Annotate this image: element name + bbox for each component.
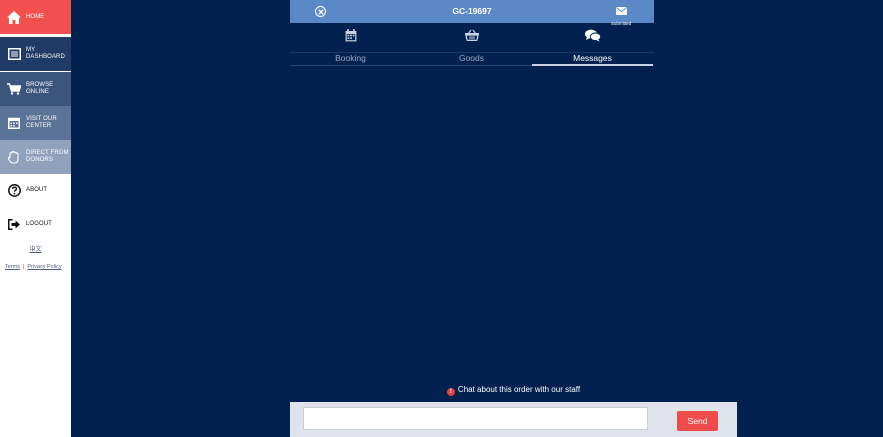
tab-label: Booking — [335, 53, 366, 63]
tab-booking[interactable]: Booking — [290, 23, 411, 67]
tab-label: Goods — [458, 53, 485, 63]
home-icon — [7, 10, 21, 24]
tab-label: Messages — [573, 53, 612, 63]
chat-info-text: Chat about this order with our staff — [457, 385, 581, 394]
sidebar-item-label: ABOUT — [26, 186, 48, 193]
sidebar-item-dashboard[interactable]: MY DASHBOARD — [0, 37, 71, 71]
legal-separator: | — [22, 264, 25, 270]
calendar-icon — [7, 116, 21, 130]
language-switch-link[interactable]: 中文 — [0, 244, 71, 253]
sidebar-item-label: HOME — [26, 13, 45, 20]
sidebar-item-label: MY DASHBOARD — [26, 47, 65, 60]
sidebar-item-label: BROWSE ONLINE — [26, 82, 54, 95]
calendar-icon — [290, 29, 411, 43]
active-tab-indicator — [532, 64, 653, 66]
sidebar-item-label: DIRECT FROM DONORS — [26, 150, 69, 163]
order-header: GC-19697 Submitted — [290, 0, 654, 26]
sidebar-item-logout[interactable]: LOGOUT — [0, 207, 71, 241]
chat-icon — [532, 29, 653, 43]
tab-messages[interactable]: Messages — [532, 23, 653, 67]
send-button[interactable]: Send — [677, 411, 718, 431]
chat-info: ! Chat about this order with our staff — [290, 385, 737, 396]
envelope-icon — [615, 2, 627, 19]
sidebar-item-visit[interactable]: VISIT OUR CENTER — [0, 106, 71, 140]
sidebar-item-label: VISIT OUR CENTER — [26, 116, 57, 129]
sidebar: HOME MY DASHBOARD BROWSE ONLINE VISIT OU… — [0, 0, 71, 437]
logout-icon — [7, 217, 21, 231]
sidebar-item-label: LOGOUT — [26, 220, 52, 227]
sidebar-item-about[interactable]: ABOUT — [0, 173, 71, 207]
message-input[interactable] — [303, 407, 648, 430]
question-icon — [7, 183, 21, 197]
hand-icon — [7, 150, 21, 164]
terms-link[interactable]: Terms — [5, 264, 20, 270]
tab-goods[interactable]: Goods — [411, 23, 532, 67]
legal-links: Terms | Privacy Policy — [5, 264, 62, 270]
sidebar-item-home[interactable]: HOME — [0, 0, 71, 34]
dashboard-icon — [7, 47, 21, 61]
sidebar-item-direct[interactable]: DIRECT FROM DONORS — [0, 140, 71, 174]
exclamation-icon: ! — [446, 388, 455, 396]
order-code: GC-19697 — [452, 6, 492, 16]
sidebar-item-browse[interactable]: BROWSE ONLINE — [0, 72, 71, 106]
order-tabs: Booking Goods Messages — [290, 23, 654, 67]
message-composer: Send — [290, 402, 737, 437]
cart-icon — [7, 82, 21, 96]
privacy-policy-link[interactable]: Privacy Policy — [27, 264, 61, 270]
basket-icon — [411, 29, 532, 43]
